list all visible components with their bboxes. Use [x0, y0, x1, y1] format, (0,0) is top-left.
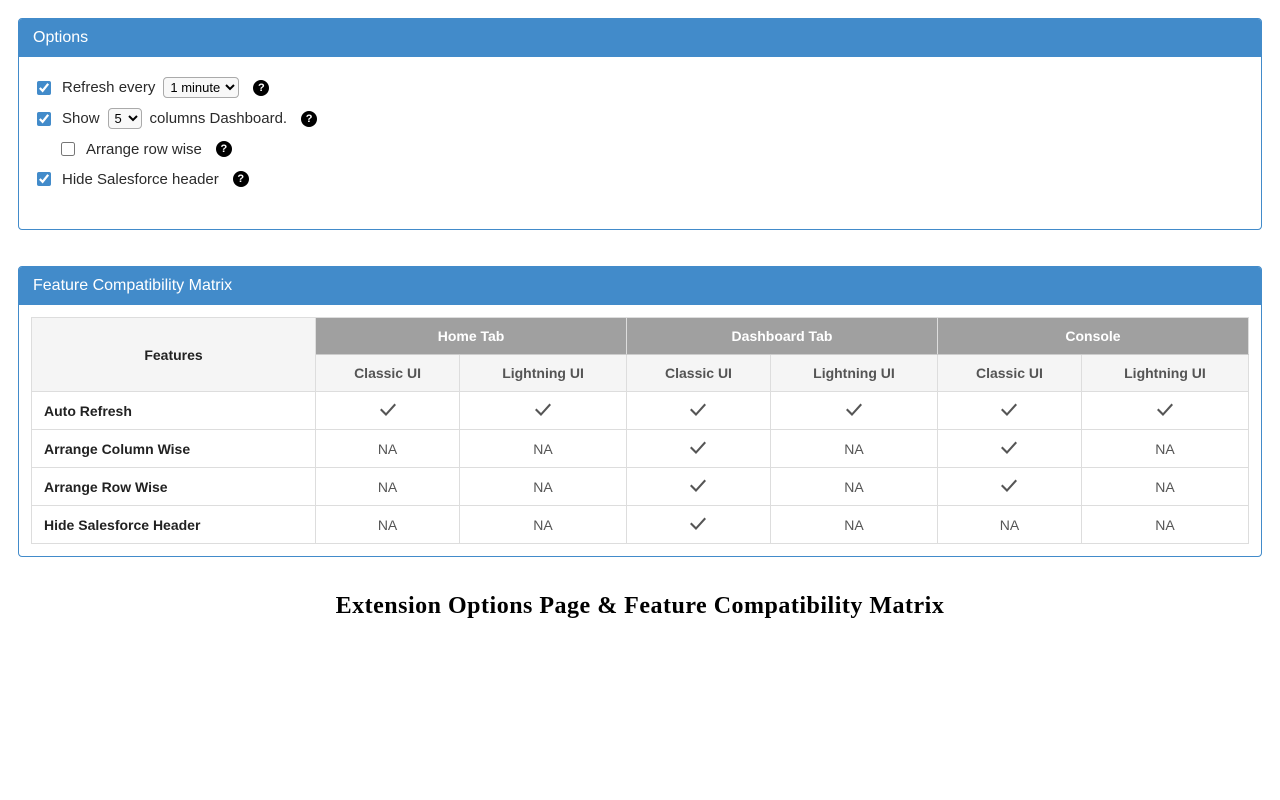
header-sub: Lightning UI — [770, 355, 937, 392]
check-icon — [380, 403, 396, 419]
header-sub: Classic UI — [937, 355, 1081, 392]
header-sub: Classic UI — [316, 355, 460, 392]
hide-header-option-row: Hide Salesforce header ? — [33, 169, 1247, 189]
feature-cell — [627, 506, 771, 544]
header-group-home: Home Tab — [316, 318, 627, 355]
refresh-option-row: Refresh every 1 minute ? — [33, 77, 1247, 98]
show-columns-label-post: columns Dashboard. — [150, 110, 288, 127]
check-icon — [1157, 403, 1173, 419]
feature-cell — [460, 392, 627, 430]
page-caption: Extension Options Page & Feature Compati… — [18, 593, 1262, 620]
feature-cell: NA — [316, 506, 460, 544]
feature-cell — [770, 392, 937, 430]
feature-name-cell: Auto Refresh — [32, 392, 316, 430]
feature-cell: NA — [770, 430, 937, 468]
header-group-console: Console — [937, 318, 1248, 355]
table-row: Arrange Column WiseNANANANA — [32, 430, 1249, 468]
feature-cell — [316, 392, 460, 430]
show-columns-label-pre: Show — [62, 110, 100, 127]
header-features: Features — [32, 318, 316, 392]
feature-name-cell: Arrange Row Wise — [32, 468, 316, 506]
check-icon — [1001, 403, 1017, 419]
feature-cell: NA — [1081, 506, 1248, 544]
feature-cell — [627, 468, 771, 506]
check-icon — [690, 403, 706, 419]
options-panel-body: Refresh every 1 minute ? Show 5 columns … — [19, 57, 1261, 229]
feature-cell: NA — [1081, 430, 1248, 468]
show-columns-option-row: Show 5 columns Dashboard. ? — [33, 108, 1247, 129]
check-icon — [846, 403, 862, 419]
matrix-panel: Feature Compatibility Matrix Features Ho… — [18, 266, 1262, 557]
feature-cell: NA — [770, 506, 937, 544]
feature-cell: NA — [460, 430, 627, 468]
check-icon — [535, 403, 551, 419]
table-row: Arrange Row WiseNANANANA — [32, 468, 1249, 506]
feature-cell: NA — [937, 506, 1081, 544]
header-group-dashboard: Dashboard Tab — [627, 318, 938, 355]
feature-cell — [937, 430, 1081, 468]
help-icon[interactable]: ? — [253, 80, 269, 96]
arrange-row-label: Arrange row wise — [86, 141, 202, 158]
feature-name-cell: Arrange Column Wise — [32, 430, 316, 468]
matrix-panel-title: Feature Compatibility Matrix — [19, 267, 1261, 305]
help-icon[interactable]: ? — [216, 141, 232, 157]
feature-cell: NA — [316, 468, 460, 506]
check-icon — [690, 441, 706, 457]
table-row: Hide Salesforce HeaderNANANANANA — [32, 506, 1249, 544]
refresh-checkbox[interactable] — [37, 81, 51, 95]
columns-count-select[interactable]: 5 — [108, 108, 142, 129]
check-icon — [1001, 479, 1017, 495]
feature-cell — [627, 430, 771, 468]
check-icon — [690, 517, 706, 533]
arrange-row-checkbox[interactable] — [61, 142, 75, 156]
help-icon[interactable]: ? — [233, 171, 249, 187]
feature-cell — [937, 468, 1081, 506]
check-icon — [690, 479, 706, 495]
feature-cell — [1081, 392, 1248, 430]
check-icon — [1001, 441, 1017, 457]
show-columns-checkbox[interactable] — [37, 112, 51, 126]
feature-cell — [937, 392, 1081, 430]
options-panel: Options Refresh every 1 minute ? Show 5 … — [18, 18, 1262, 230]
feature-cell: NA — [460, 506, 627, 544]
matrix-wrap: Features Home Tab Dashboard Tab Console … — [19, 305, 1261, 556]
refresh-interval-select[interactable]: 1 minute — [163, 77, 239, 98]
table-row: Auto Refresh — [32, 392, 1249, 430]
feature-cell — [627, 392, 771, 430]
hide-header-checkbox[interactable] — [37, 172, 51, 186]
feature-cell: NA — [316, 430, 460, 468]
header-sub: Lightning UI — [1081, 355, 1248, 392]
hide-header-label: Hide Salesforce header — [62, 171, 219, 188]
feature-name-cell: Hide Salesforce Header — [32, 506, 316, 544]
refresh-label-pre: Refresh every — [62, 79, 155, 96]
header-sub: Lightning UI — [460, 355, 627, 392]
compatibility-table: Features Home Tab Dashboard Tab Console … — [31, 317, 1249, 544]
feature-cell: NA — [1081, 468, 1248, 506]
header-sub: Classic UI — [627, 355, 771, 392]
feature-cell: NA — [460, 468, 627, 506]
feature-cell: NA — [770, 468, 937, 506]
options-panel-title: Options — [19, 19, 1261, 57]
help-icon[interactable]: ? — [301, 111, 317, 127]
arrange-row-option-row: Arrange row wise ? — [33, 139, 1247, 159]
